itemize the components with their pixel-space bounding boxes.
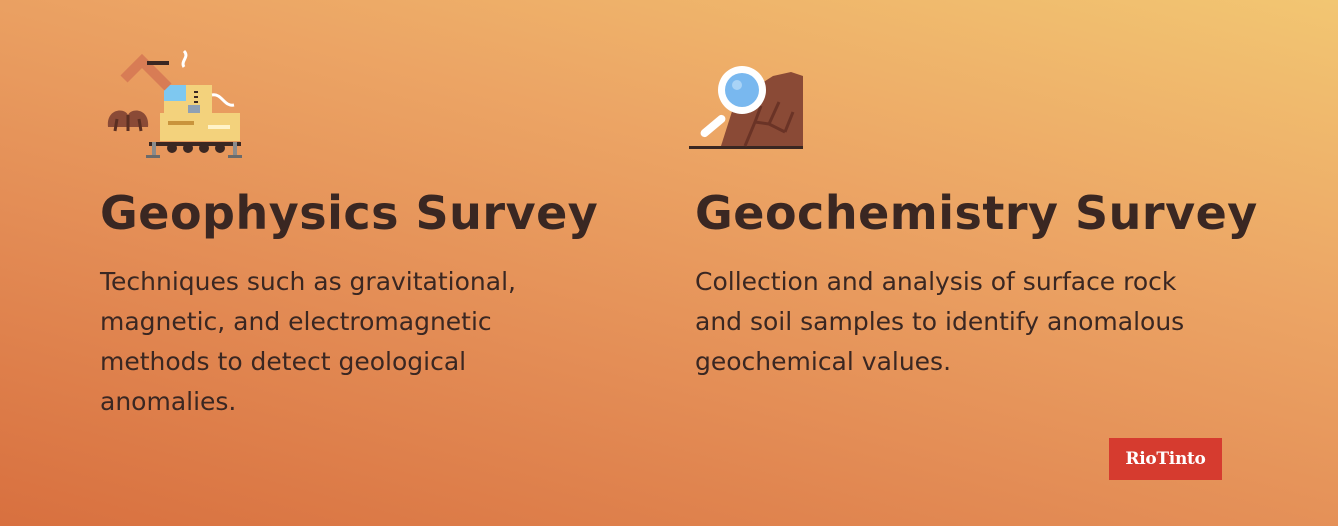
riotinto-logo: RioTinto: [1109, 438, 1222, 480]
excavator-icon: [102, 45, 247, 167]
card-title: Geochemistry Survey: [695, 186, 1258, 240]
card-description: Techniques such as gravitational, magnet…: [100, 267, 516, 416]
magnifying-glass-rock-icon: [689, 62, 809, 158]
card-title: Geophysics Survey: [100, 186, 599, 240]
card-description: Collection and analysis of surface rock …: [695, 267, 1185, 376]
